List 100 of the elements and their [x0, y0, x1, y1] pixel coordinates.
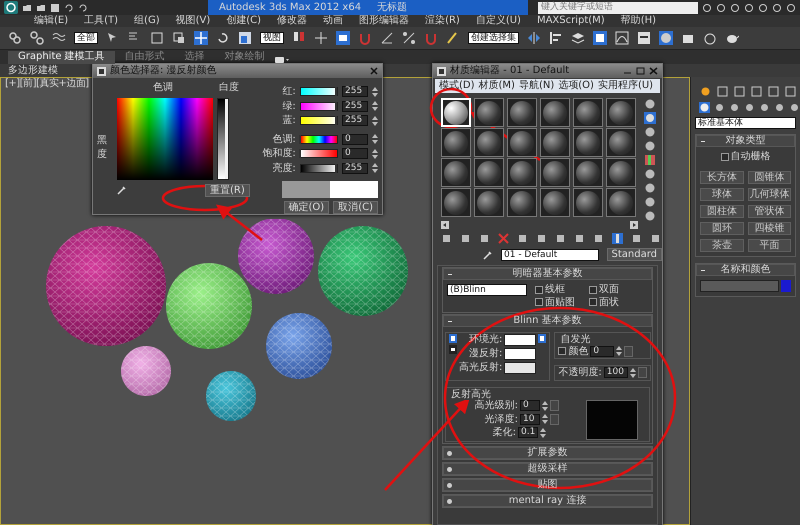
expand-icon[interactable] [447, 451, 452, 456]
primitive-button[interactable]: 几何球体 [748, 188, 791, 200]
ribbon-tab[interactable]: 选择 [174, 51, 215, 64]
material-name-field[interactable]: 01 - Default [501, 248, 598, 260]
link-icon[interactable] [8, 31, 22, 45]
number-field[interactable]: 0 [590, 346, 614, 357]
dialog-button[interactable]: 取消(C) [333, 201, 378, 214]
menu-item[interactable]: 图形编辑器 [359, 15, 410, 27]
name-field[interactable] [700, 280, 779, 292]
expand-icon[interactable] [447, 499, 452, 504]
color-bars-icon[interactable] [644, 154, 656, 166]
number-field[interactable]: 0 [342, 148, 368, 160]
color-swatch[interactable] [504, 334, 536, 346]
checkbox[interactable] [589, 286, 597, 294]
number-field[interactable]: 255 [342, 115, 368, 126]
primitive-button[interactable]: 茶壶 [700, 238, 744, 252]
channel-slider[interactable] [300, 102, 338, 111]
rollout-title[interactable]: 扩展参数 [528, 447, 568, 458]
primitive-button[interactable]: 球体 [700, 188, 744, 200]
number-field[interactable]: 10 [520, 414, 540, 425]
square-icon[interactable] [150, 31, 164, 45]
menu-item[interactable]: 创建(C) [226, 15, 262, 27]
maximize-icon[interactable] [636, 67, 645, 75]
backlight-icon[interactable] [644, 112, 656, 124]
channel-slider[interactable] [300, 149, 338, 158]
graphite-toggle-icon[interactable] [593, 31, 607, 45]
lock-icon[interactable] [538, 334, 546, 343]
checkbox[interactable] [720, 152, 728, 161]
mirror-icon[interactable] [527, 31, 541, 45]
hue-picker[interactable] [117, 98, 213, 180]
align-icon[interactable] [549, 31, 563, 45]
spinner-icon[interactable] [542, 400, 548, 411]
move-icon[interactable] [194, 31, 208, 45]
primitive-button[interactable]: 圆锥体 [748, 170, 791, 184]
primitive-button[interactable]: 平面 [748, 238, 791, 252]
channel-slider[interactable] [300, 87, 338, 96]
primitive-type-dropdown[interactable]: 标准基本体 [695, 117, 796, 129]
channel-slider[interactable] [300, 134, 338, 144]
rollout-title[interactable]: 超级采样 [528, 463, 568, 474]
show-result-icon[interactable] [612, 233, 623, 244]
spinner-icon[interactable] [372, 148, 378, 159]
sample-sphere-icon[interactable] [644, 98, 656, 110]
unlink-icon[interactable] [30, 31, 44, 45]
dialog-button[interactable]: 确定(O) [284, 201, 330, 214]
spinner-icon[interactable] [372, 134, 378, 144]
angle-snap-icon[interactable] [380, 31, 394, 45]
spinner-icon[interactable] [542, 414, 548, 424]
spinner-icon[interactable] [372, 86, 378, 97]
spinner-icon[interactable] [372, 116, 378, 126]
scale-icon[interactable] [238, 31, 252, 45]
checkbox[interactable] [535, 286, 543, 294]
spinner-icon[interactable] [372, 101, 378, 112]
percent-snap-icon[interactable] [402, 31, 416, 45]
primitive-button[interactable]: 长方体 [700, 170, 744, 184]
menu-item[interactable]: 导航(N) [518, 79, 554, 93]
number-field[interactable]: 0 [342, 134, 368, 145]
number-field[interactable]: 255 [342, 100, 368, 112]
undo-icon[interactable] [64, 2, 74, 12]
app-logo-icon[interactable] [4, 1, 18, 14]
primitive-button[interactable]: 圆环 [700, 222, 744, 234]
search-field[interactable]: 键入关键字或短语 [538, 2, 698, 14]
channel-slider[interactable] [300, 116, 338, 126]
menu-item[interactable]: 工具(T) [84, 15, 118, 27]
window-select-icon[interactable] [172, 31, 186, 45]
checkbox[interactable] [535, 298, 543, 306]
menu-item[interactable]: 修改器 [277, 15, 308, 27]
material-editor-icon[interactable] [659, 31, 673, 45]
color-swatch[interactable] [504, 348, 536, 360]
menu-item[interactable]: 选项(O) [558, 79, 594, 93]
menu-item[interactable]: 组(G) [134, 15, 160, 27]
eyedropper-icon[interactable] [117, 185, 127, 195]
number-field[interactable]: 255 [342, 162, 368, 174]
primitive-button[interactable]: 管状体 [748, 204, 791, 218]
menu-item[interactable]: 材质(M) [478, 79, 515, 93]
ribbon-tab[interactable]: Graphite 建模工具 [8, 51, 115, 64]
material-type-button[interactable]: Standard [606, 248, 662, 261]
whiteness-slider[interactable] [217, 98, 229, 180]
menu-item[interactable]: 动画 [323, 15, 344, 27]
primitive-button[interactable]: 圆柱体 [700, 204, 744, 218]
number-field[interactable]: 255 [342, 86, 368, 98]
reset-button[interactable]: 重置(R) [205, 184, 250, 196]
named-selection-set-dropdown[interactable]: 创建选择集 [468, 32, 519, 44]
layers-icon[interactable] [571, 31, 585, 45]
scroll-left-icon[interactable] [441, 221, 449, 229]
ribbon-tab[interactable]: 对象绘制 [214, 51, 275, 64]
menu-item[interactable]: MAXScript(M) [536, 15, 605, 27]
checkbox[interactable] [558, 347, 566, 356]
expand-icon[interactable] [447, 483, 452, 488]
sun-icon[interactable] [699, 85, 712, 98]
ribbon-tab[interactable]: 自由形式 [114, 51, 175, 64]
reference-coordinate-dropdown[interactable]: 视图 [260, 32, 284, 44]
number-field[interactable]: 0 [520, 400, 540, 412]
selection-filter-dropdown[interactable]: 全部 [74, 32, 98, 44]
move-axes-icon[interactable] [314, 31, 328, 45]
number-field[interactable]: 0.1 [518, 427, 538, 438]
sphere-icon[interactable] [699, 102, 710, 113]
spinner-icon[interactable] [540, 428, 546, 438]
scroll-right-icon[interactable] [630, 221, 638, 229]
menu-item[interactable]: 自定义(U) [476, 15, 521, 27]
number-field[interactable]: 100 [604, 367, 628, 378]
